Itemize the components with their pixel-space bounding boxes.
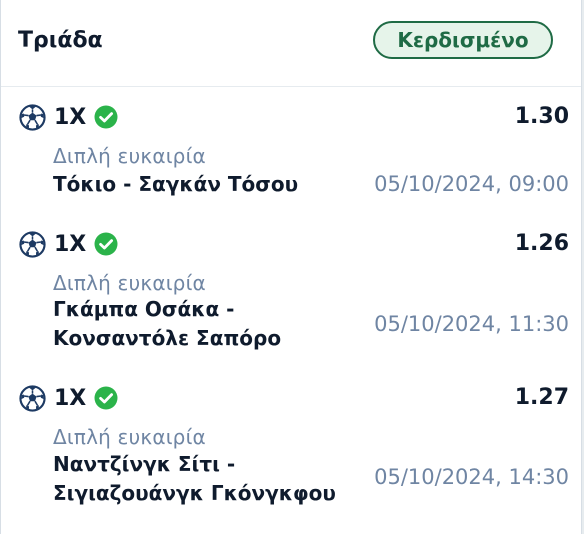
- event-datetime: 05/10/2024, 11:30: [374, 312, 569, 336]
- soccer-ball-icon: [19, 230, 46, 258]
- event-datetime: 05/10/2024, 14:30: [374, 465, 569, 489]
- bet-type-title: Τριάδα: [18, 28, 103, 53]
- selection-odds: 1.27: [514, 385, 569, 410]
- market-name: Διπλή ευκαιρία: [53, 425, 206, 449]
- bet-slip-card: Τριάδα Κερδισμένο 1X 1.30 Διπλή ευκαιρία…: [0, 0, 582, 534]
- check-circle-icon: [86, 232, 118, 256]
- selection-header: 1X: [19, 229, 118, 259]
- market-name: Διπλή ευκαιρία: [53, 271, 206, 295]
- check-circle-icon: [86, 386, 118, 410]
- status-badge: Κερδισμένο: [373, 21, 553, 59]
- event-datetime: 05/10/2024, 09:00: [374, 172, 569, 196]
- selection-pick: 1X: [54, 104, 87, 130]
- card-header: Τριάδα Κερδισμένο: [1, 0, 581, 87]
- selection-odds: 1.30: [514, 104, 569, 129]
- event-name-line2: Σιγιαζουάνγκ Γκόνγκφου: [53, 481, 336, 505]
- selection-pick: 1X: [54, 231, 87, 257]
- selection-header: 1X: [19, 102, 118, 132]
- event-name-line2: Κονσαντόλε Σαπόρο: [53, 326, 282, 350]
- selection-odds: 1.26: [514, 231, 569, 256]
- check-circle-icon: [86, 105, 118, 129]
- market-name: Διπλή ευκαιρία: [53, 144, 206, 168]
- event-name-line1: Ναντζίνγκ Σίτι -: [53, 452, 236, 476]
- selection-pick: 1X: [54, 385, 87, 411]
- soccer-ball-icon: [19, 103, 46, 131]
- event-name-line1: Τόκιο - Σαγκάν Τόσου: [53, 172, 299, 196]
- soccer-ball-icon: [19, 384, 46, 412]
- selection-header: 1X: [19, 383, 118, 413]
- event-name-line1: Γκάμπα Οσάκα -: [53, 297, 235, 321]
